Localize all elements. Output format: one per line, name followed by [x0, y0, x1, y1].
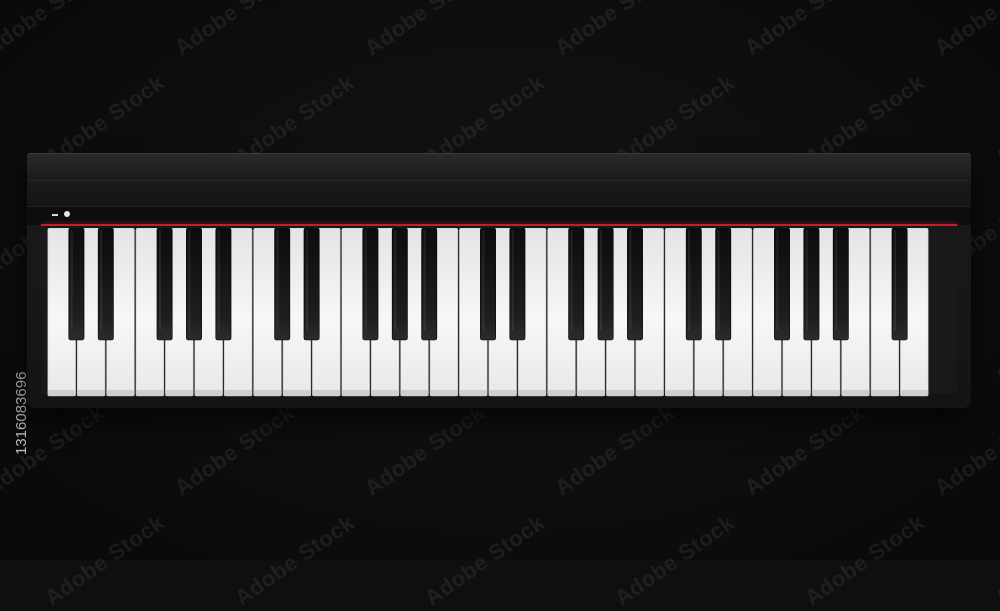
white-key-edge: [47, 390, 76, 396]
white-key-edge: [194, 390, 223, 396]
white-key-edge: [341, 390, 370, 396]
white-key-edge: [547, 390, 576, 396]
black-key-highlight: [511, 230, 514, 330]
keys-group: [47, 228, 929, 397]
black-key-highlight: [423, 230, 426, 330]
white-key-edge: [694, 390, 723, 396]
white-key-edge: [400, 390, 429, 396]
black-key-highlight: [570, 230, 573, 330]
black-key-highlight: [394, 230, 397, 330]
white-key-edge: [871, 390, 899, 396]
white-key-edge: [283, 390, 311, 396]
stock-id: 1316083696: [13, 372, 33, 475]
black-key-highlight: [599, 230, 602, 330]
panel-strip: [27, 206, 971, 225]
white-key-edge: [459, 390, 488, 396]
black-key-highlight: [305, 230, 308, 330]
white-key-edge: [577, 390, 605, 396]
white-key-edge: [312, 390, 341, 396]
white-key-edge: [665, 390, 693, 396]
black-key-highlight: [100, 230, 103, 330]
white-key-edge: [900, 390, 929, 396]
white-key-edge: [488, 390, 517, 396]
indicator-dash-icon: [52, 214, 58, 216]
white-key-edge: [430, 390, 458, 396]
white-key-edge: [106, 390, 135, 396]
black-key-highlight: [276, 230, 279, 330]
white-key-edge: [371, 390, 399, 396]
black-key-highlight: [835, 230, 838, 330]
black-key-highlight: [70, 230, 73, 330]
black-key-highlight: [482, 230, 485, 330]
white-key-edge: [812, 390, 840, 396]
black-key-highlight: [188, 230, 191, 330]
white-key-edge: [753, 390, 782, 396]
control-panel: [27, 153, 971, 225]
black-key-highlight: [776, 230, 779, 330]
black-key-highlight: [364, 230, 367, 330]
black-key-highlight: [688, 230, 691, 330]
panel-ridge: [27, 180, 971, 181]
white-key-edge: [165, 390, 194, 396]
black-key-highlight: [893, 230, 896, 330]
white-key-edge: [224, 390, 252, 396]
white-key-edge: [253, 390, 282, 396]
black-key-highlight: [158, 230, 161, 330]
indicator-dot-icon: [64, 211, 70, 217]
white-key-edge: [841, 390, 870, 396]
white-key-edge: [77, 390, 105, 396]
black-key-highlight: [805, 230, 808, 330]
white-key-edge: [724, 390, 752, 396]
white-key-edge: [606, 390, 635, 396]
white-key-edge: [136, 390, 164, 396]
white-key-edge: [635, 390, 664, 396]
white-key-edge: [518, 390, 546, 396]
black-key-highlight: [217, 230, 220, 330]
black-key-highlight: [717, 230, 720, 330]
white-key-edge: [782, 390, 811, 396]
black-key-highlight: [629, 230, 632, 330]
